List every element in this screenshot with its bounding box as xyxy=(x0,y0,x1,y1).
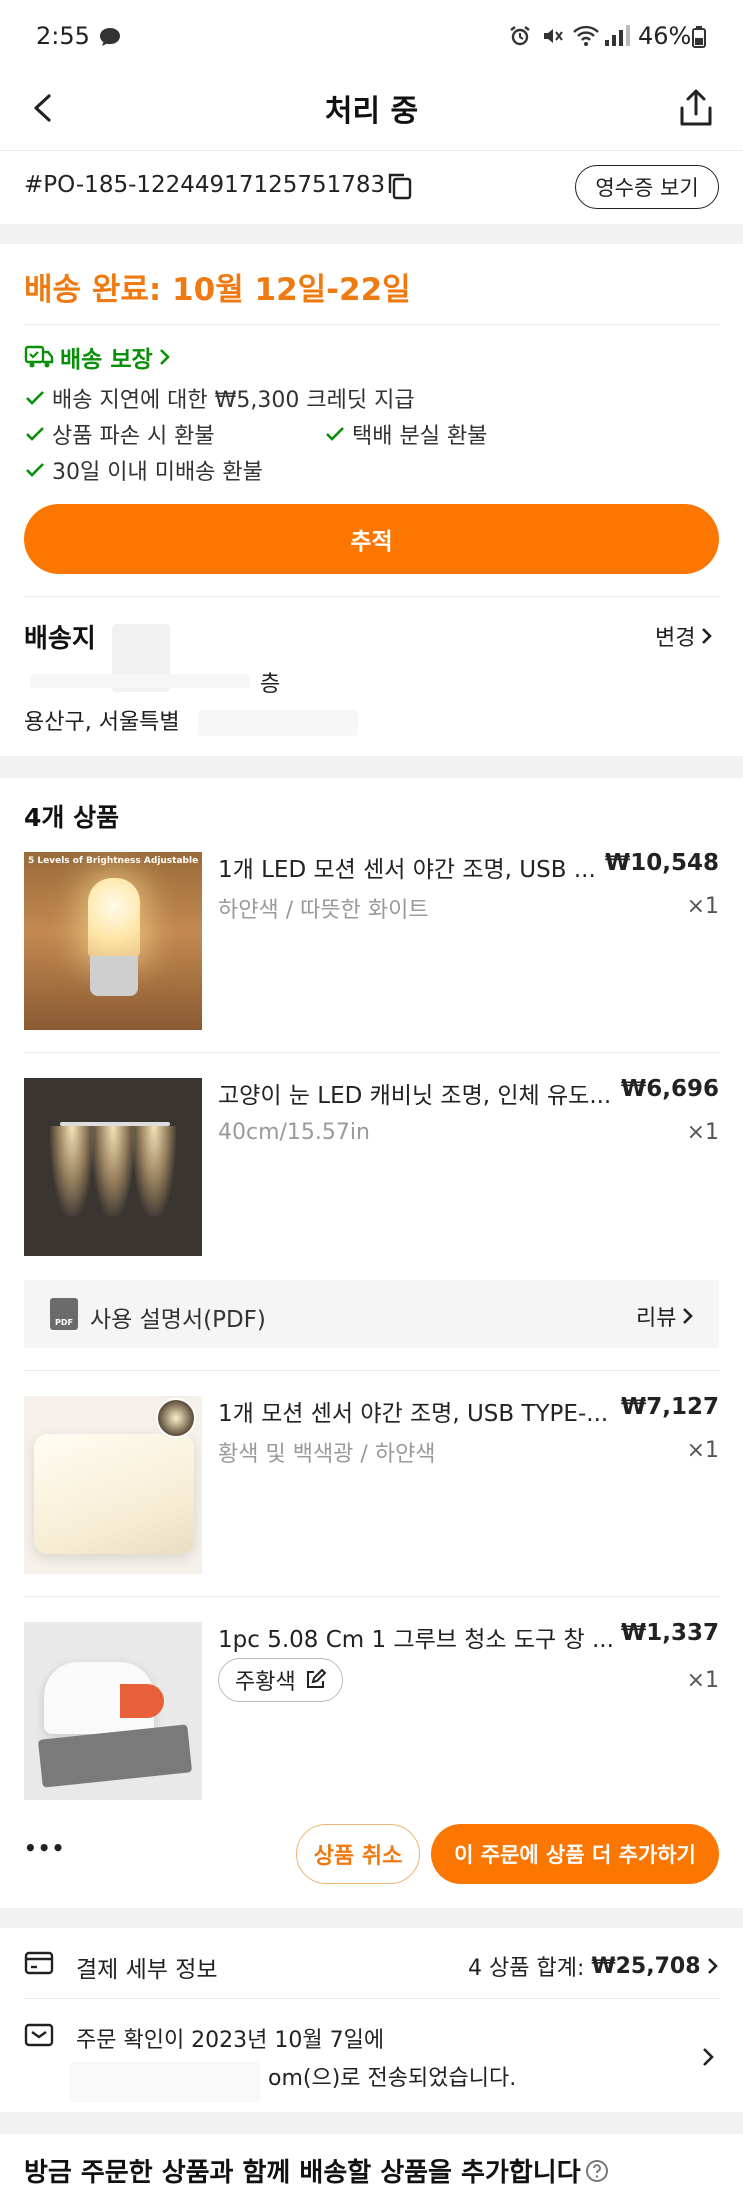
manual-label: 사용 설명서(PDF) xyxy=(90,1307,266,1333)
product-name[interactable]: 1개 모션 센서 야간 조명, USB TYPE-... xyxy=(218,1394,618,1428)
check-icon xyxy=(26,463,44,477)
confirmation-line-2: om(으)로 전송되었습니다. xyxy=(268,2066,517,2091)
review-link[interactable]: 리뷰 xyxy=(636,1300,696,1332)
share-icon xyxy=(680,89,712,126)
order-id: #PO-185-12244917125751783 xyxy=(24,172,386,198)
product-price: ₩10,548 xyxy=(604,850,719,876)
chevron-right-icon xyxy=(702,628,713,644)
add-more-items-button[interactable]: 이 주문에 상품 더 추가하기 xyxy=(431,1824,719,1884)
mute-icon xyxy=(540,24,564,52)
add-section-header: 방금 주문한 상품과 함께 배송할 상품을 추가합니다 xyxy=(24,2152,609,2189)
delivery-guarantee-link[interactable]: 배송 보장 xyxy=(24,340,173,374)
pdf-icon-label: PDF xyxy=(55,1318,73,1327)
address-title: 배송지 xyxy=(24,624,96,654)
product-qty: ×1 xyxy=(686,1120,719,1145)
guarantee-item: 배송 지연에 대한 ₩5,300 크레딧 지급 xyxy=(24,382,415,414)
confirmation-line-1: 주문 확인이 2023년 10월 7일에 xyxy=(76,2028,385,2053)
guarantee-text: 택배 분실 환불 xyxy=(352,424,488,449)
copy-icon[interactable] xyxy=(386,171,414,205)
cancel-item-button[interactable]: 상품 취소 xyxy=(296,1824,420,1884)
alarm-icon xyxy=(508,24,532,52)
light-glow xyxy=(91,1126,135,1216)
product-thumbnail[interactable] xyxy=(24,1396,202,1574)
product-thumbnail[interactable] xyxy=(24,1622,202,1800)
redacted-block xyxy=(30,674,250,688)
guarantee-text: 상품 파손 시 환불 xyxy=(52,424,215,449)
messenger-icon xyxy=(98,26,122,52)
product-name[interactable]: 고양이 눈 LED 캐비닛 조명, 인체 유도... xyxy=(218,1076,618,1110)
pdf-icon: PDF xyxy=(50,1298,78,1330)
wifi-icon xyxy=(572,24,600,52)
chevron-right-icon xyxy=(707,1958,718,1974)
check-icon xyxy=(26,391,44,405)
card-icon xyxy=(24,1950,54,1980)
product-variant: 하얀색 / 따뜻한 화이트 xyxy=(218,898,429,923)
guarantee-item: 30일 이내 미배송 환불 xyxy=(24,454,263,486)
status-time: 2:55 xyxy=(36,22,90,50)
product-price: ₩1,337 xyxy=(620,1620,719,1646)
summary-total: ₩25,708 xyxy=(591,1953,701,1979)
chevron-right-icon xyxy=(683,1308,694,1324)
truck-check-icon xyxy=(24,345,54,368)
mail-icon xyxy=(24,2022,54,2052)
payment-summary: 4 상품 합계: ₩25,708 xyxy=(468,1950,721,1982)
brush-stripe xyxy=(120,1684,164,1718)
payment-label: 결제 세부 정보 xyxy=(76,1957,218,1983)
guarantee-text: 배송 지연에 대한 ₩5,300 크레딧 지급 xyxy=(52,388,415,413)
guarantee-item: 택배 분실 환불 xyxy=(324,418,487,450)
product-price: ₩7,127 xyxy=(620,1394,719,1420)
receipt-button[interactable]: 영수증 보기 xyxy=(575,165,719,209)
product-thumbnail[interactable] xyxy=(24,1078,202,1256)
product-price: ₩6,696 xyxy=(620,1076,719,1102)
summary-prefix: 4 상품 합계: xyxy=(468,1956,592,1981)
product-thumbnail[interactable]: 5 Levels of Brightness Adjustable xyxy=(24,852,202,1030)
variant-edit-chip[interactable]: 주황색 xyxy=(218,1658,343,1702)
product-variant: 40cm/15.57in xyxy=(218,1120,370,1145)
redacted-block xyxy=(70,2062,260,2102)
page-title: 처리 중 xyxy=(324,94,419,129)
chevron-right-icon xyxy=(159,349,170,365)
light-glow xyxy=(132,1126,176,1216)
lamp-image xyxy=(88,878,140,958)
light-glow xyxy=(50,1126,94,1216)
color-badge xyxy=(156,1398,196,1438)
battery-icon xyxy=(692,26,706,52)
signal-icon xyxy=(604,24,630,52)
battery-percent: 46% xyxy=(638,22,692,50)
guarantee-item: 상품 파손 시 환불 xyxy=(24,418,215,450)
product-name[interactable]: 1개 LED 모션 센서 야간 조명, USB ... xyxy=(218,850,618,884)
variant-label: 주황색 xyxy=(235,1670,296,1695)
address-change-link[interactable]: 변경 xyxy=(655,620,715,652)
track-button[interactable]: 추적 xyxy=(24,504,719,574)
redacted-block xyxy=(198,710,358,736)
product-qty: ×1 xyxy=(686,1438,719,1463)
delivery-headline: 배송 완료: 10월 12일-22일 xyxy=(24,272,411,308)
guarantee-title: 배송 보장 xyxy=(60,347,153,373)
address-line-2: 용산구, 서울특별 xyxy=(24,710,180,735)
night-light-image xyxy=(34,1434,194,1554)
add-section-title: 방금 주문한 상품과 함께 배송할 상품을 추가합니다 xyxy=(24,2158,581,2188)
edit-icon xyxy=(306,1669,326,1688)
lamp-base xyxy=(90,956,138,996)
product-qty: ×1 xyxy=(686,894,719,919)
address-line-1: 층 xyxy=(260,672,281,697)
check-icon xyxy=(326,427,344,441)
product-name[interactable]: 1pc 5.08 Cm 1 그루브 청소 도구 창 ... xyxy=(218,1620,618,1654)
check-icon xyxy=(26,427,44,441)
chevron-right-icon xyxy=(700,2044,716,2074)
more-options-button[interactable]: ••• xyxy=(24,1836,65,1860)
change-label: 변경 xyxy=(655,626,696,651)
guarantee-text: 30일 이내 미배송 환불 xyxy=(52,460,263,485)
help-icon[interactable] xyxy=(585,2159,609,2183)
thumbnail-caption: 5 Levels of Brightness Adjustable xyxy=(28,856,198,866)
product-variant: 황색 및 백색광 / 하얀색 xyxy=(218,1442,436,1467)
product-qty: ×1 xyxy=(686,1668,719,1693)
review-label: 리뷰 xyxy=(636,1306,677,1331)
items-section-title: 4개 상품 xyxy=(24,803,120,832)
share-button[interactable] xyxy=(672,84,720,132)
